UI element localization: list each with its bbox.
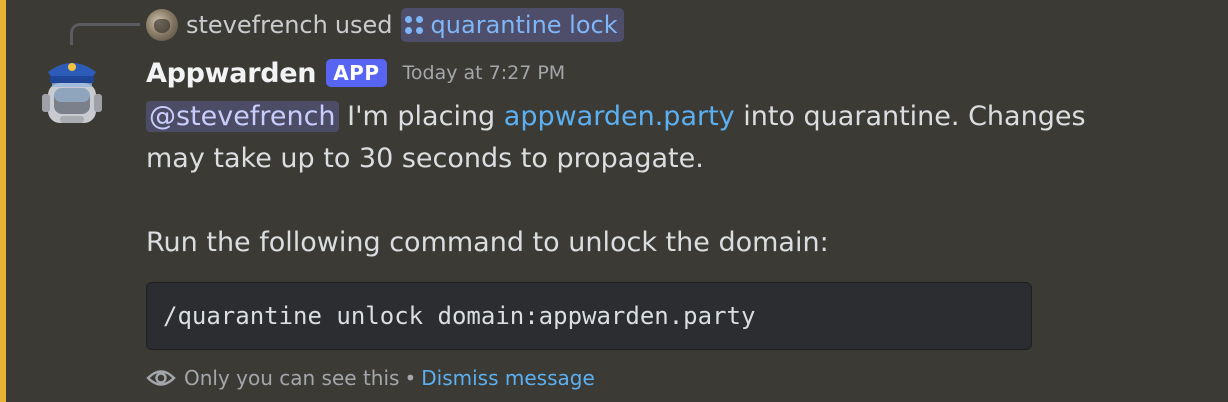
instruction-text: Run the following command to unlock the … xyxy=(146,227,829,258)
timestamp[interactable]: Today at 7:27 PM xyxy=(403,62,566,84)
police-robot-icon[interactable] xyxy=(40,54,104,130)
command-pill[interactable]: quarantine lock xyxy=(400,8,624,42)
reply-used-text: used xyxy=(334,11,393,39)
message-header: Appwarden APP Today at 7:27 PM xyxy=(146,56,565,90)
command-name: quarantine lock xyxy=(430,11,618,39)
ephemeral-notice: Only you can see this • Dismiss message xyxy=(146,362,595,394)
ephemeral-text: Only you can see this xyxy=(184,366,400,390)
dismiss-message-link[interactable]: Dismiss message xyxy=(421,366,595,390)
message-content: @stevefrench I'm placing appwarden.party… xyxy=(146,96,1106,264)
user-avatar[interactable] xyxy=(146,9,178,41)
eye-icon xyxy=(146,370,176,386)
bot-name[interactable]: Appwarden xyxy=(146,58,317,89)
code-block: /quarantine unlock domain:appwarden.part… xyxy=(146,282,1032,350)
user-mention[interactable]: @stevefrench xyxy=(146,101,339,132)
app-badge: APP xyxy=(326,59,387,87)
message-paragraph: @stevefrench I'm placing appwarden.party… xyxy=(146,96,1106,180)
separator-dot: • xyxy=(404,366,417,390)
reply-username[interactable]: stevefrench xyxy=(186,11,328,39)
unlock-command-code: /quarantine unlock domain:appwarden.part… xyxy=(163,302,756,330)
reply-connector xyxy=(70,23,140,45)
highlight-bar xyxy=(0,0,6,402)
domain-link[interactable]: appwarden.party xyxy=(504,101,735,132)
slash-command-icon xyxy=(404,16,423,34)
command-reply-header: stevefrench used quarantine lock xyxy=(146,8,624,42)
message-text: I'm placing xyxy=(338,101,504,132)
